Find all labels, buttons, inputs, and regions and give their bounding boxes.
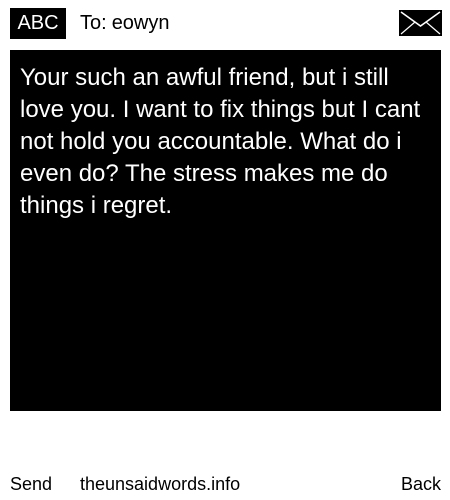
footer-bar: Send theunsaidwords.info Back: [0, 470, 450, 500]
envelope-icon[interactable]: [399, 10, 442, 36]
header-bar: ABC To: eowyn: [0, 0, 450, 48]
back-button[interactable]: Back: [401, 470, 441, 498]
message-textarea[interactable]: Your such an awful friend, but i still l…: [10, 50, 441, 411]
send-button[interactable]: Send: [10, 470, 52, 498]
input-mode-badge[interactable]: ABC: [10, 8, 66, 39]
to-label: To:: [80, 12, 107, 34]
site-label: theunsaidwords.info: [80, 474, 241, 494]
message-body: Your such an awful friend, but i still l…: [20, 64, 421, 219]
recipient-field[interactable]: To: eowyn: [80, 8, 170, 39]
recipient-name: eowyn: [111, 12, 170, 34]
